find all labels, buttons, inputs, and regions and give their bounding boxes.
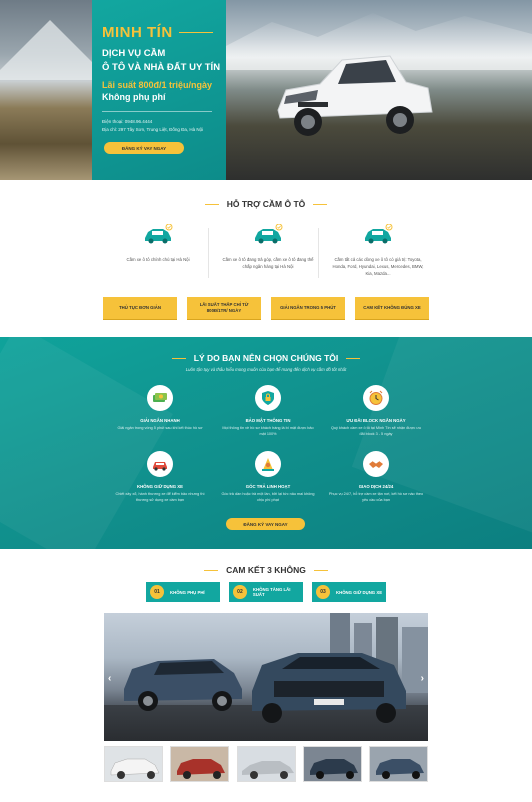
money-icon: [147, 385, 173, 411]
commit-item[interactable]: 02 KHÔNG TĂNG LÃI SUẤT: [229, 582, 303, 602]
commit-title: CAM KẾT 3 KHÔNG: [0, 565, 532, 575]
register-loan-button[interactable]: ĐĂNG KÝ VAY NGAY: [104, 142, 184, 154]
landing-page: MINH TÍN DỊCH VỤ CẦM Ô TÔ VÀ NHÀ ĐẤT UY …: [0, 0, 532, 802]
slider-thumbnails: [104, 746, 428, 782]
feature-commitment-button[interactable]: CAM KẾT KHÔNG ĐÚNG XE: [355, 297, 429, 319]
hero-rate: Lãi suất 800đ/1 triệu/ngày Không phụ phí: [102, 80, 213, 102]
hero-truck-image: [226, 0, 532, 180]
reason-item: KHÔNG GIỮ DỤNG XE Chiết xây xổ, hành thư…: [106, 451, 214, 503]
support-item: Cầm xe ô tô đang trả góp, cầm xe ô tô đa…: [208, 218, 320, 288]
hand-money-icon: [255, 451, 281, 477]
reason-item: BẢO MẬT THÔNG TIN Mọi thông tin về hồ sơ…: [214, 385, 322, 437]
hero-left-image: [0, 0, 110, 180]
reason-item: GIAO DỊCH 24/24 Phục vụ 24/7, hỗ trợ cầm…: [322, 451, 430, 503]
pickup-truck-icon: [277, 55, 433, 136]
register-loan-button[interactable]: ĐĂNG KÝ VAY NGAY: [226, 518, 305, 530]
reasons-subtitle: Luôn tận tụy và thấu hiểu mong muốn của …: [185, 367, 347, 372]
suv-image: [124, 659, 242, 711]
car-check-icon: [255, 224, 283, 244]
thumbnail-image[interactable]: [104, 746, 163, 782]
car-image-slider: ‹ ›: [104, 613, 428, 741]
support-title: HỖ TRỢ CẦM Ô TÔ: [0, 199, 532, 209]
shield-lock-icon: [255, 385, 281, 411]
commit-item[interactable]: 03 KHÔNG GIỮ DỤNG XE: [312, 582, 386, 602]
support-features: THỦ TỤC ĐƠN GIẢN LÃI SUẤT THẤP CHỈ TỪ 80…: [103, 297, 429, 319]
feature-simple-procedure-button[interactable]: THỦ TỤC ĐƠN GIẢN: [103, 297, 177, 319]
support-item: Cầm tất cả các dòng xe ô tô có giá trị: …: [318, 218, 430, 288]
car-icon: [147, 451, 173, 477]
hero-phone: Điện thoại: 0948.96.4444: [102, 119, 153, 124]
reasons-section: LÝ DO BẠN NÊN CHỌN CHÚNG TÔI Luôn tận tụ…: [0, 337, 532, 549]
thumbnail-image[interactable]: [170, 746, 230, 782]
reasons-title: LÝ DO BẠN NÊN CHỌN CHÚNG TÔI: [0, 353, 532, 363]
car-check-icon: [365, 224, 393, 244]
feature-fast-disburse-button[interactable]: GIẢI NGÂN TRONG 5 PHÚT: [271, 297, 345, 319]
clock-icon: [363, 385, 389, 411]
commit-list: 01 KHÔNG PHỤ PHÍ 02 KHÔNG TĂNG LÃI SUẤT …: [146, 582, 386, 602]
thumbnail-image[interactable]: [369, 746, 428, 782]
slider-prev-icon[interactable]: ‹: [108, 673, 111, 684]
reason-item: GÓC TRẢ LINH HOẠT Góc trả dần hoặc trả m…: [214, 451, 322, 503]
reason-item: GIẢI NGÂN NHANH Giải ngân trong vòng 5 p…: [106, 385, 214, 431]
reason-item: ƯU ĐÃI BLOCK NGẮN NGÀY Quý khách cầm xe …: [322, 385, 430, 437]
feature-low-rate-button[interactable]: LÃI SUẤT THẤP CHỈ TỪ 800Đ/1TR/ NGÀY: [187, 297, 261, 319]
suv-front-image: [252, 653, 406, 723]
handshake-icon: [363, 451, 389, 477]
thumbnail-image[interactable]: [236, 746, 296, 782]
hero-address: Địa chỉ: 297 Tây Sơn, Trung Liệt, Đống Đ…: [102, 127, 204, 132]
commit-item[interactable]: 01 KHÔNG PHỤ PHÍ: [146, 582, 220, 602]
hero-banner: MINH TÍN DỊCH VỤ CẦM Ô TÔ VÀ NHÀ ĐẤT UY …: [0, 0, 532, 180]
support-item: Cầm xe ô tô chính chủ tại Hà Nội: [106, 218, 210, 288]
car-check-icon: [145, 224, 173, 244]
thumbnail-image[interactable]: [302, 746, 362, 782]
slider-next-icon[interactable]: ›: [421, 673, 424, 684]
support-list: Cầm xe ô tô chính chủ tại Hà Nội Cầm xe …: [106, 218, 430, 288]
hero-headline: DỊCH VỤ CẦM Ô TÔ VÀ NHÀ ĐẤT UY TÍN: [102, 48, 221, 73]
brand-title: MINH TÍN: [102, 24, 226, 41]
